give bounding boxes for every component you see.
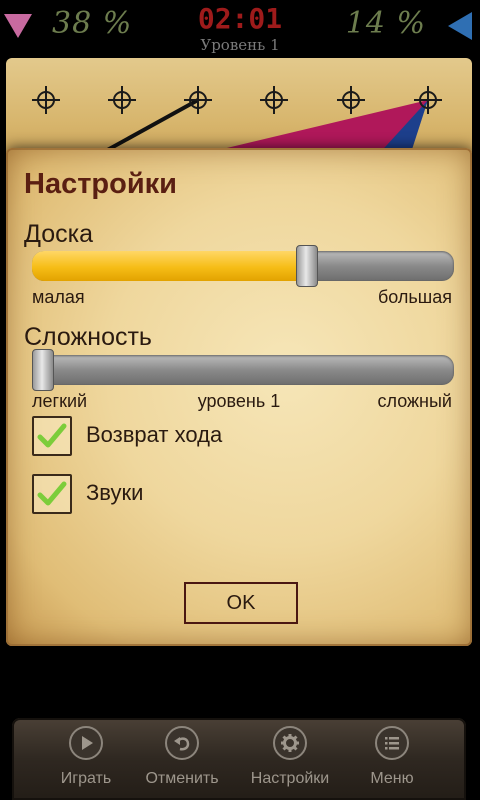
dialog-title: Настройки [24,168,178,200]
undo-option-label: Возврат хода [86,422,223,447]
difficulty-max-label: сложный [377,391,453,411]
board-size-slider[interactable] [32,245,454,287]
sounds-option[interactable]: Звуки [32,474,432,518]
undo-icon [165,726,199,760]
right-player-percent: 14 % [345,6,426,41]
settings-button[interactable]: Настройки [240,718,340,800]
board-size-slider-fill [32,251,307,281]
menu-button[interactable]: Меню [342,718,442,800]
ok-button[interactable]: OK [184,582,298,624]
board-size-max-label: большая [377,287,452,307]
menu-button-label: Меню [370,770,414,787]
settings-dialog: Настройки Доска малая большая Сложность … [6,148,472,646]
checkmark-icon [37,481,67,506]
difficulty-label: Сложность [24,323,152,351]
bottom-toolbar: Играть Отменить Настройки Меню [12,718,466,800]
play-button[interactable]: Играть [36,718,136,800]
board-size-slider-thumb[interactable] [296,245,318,287]
undo-button[interactable]: Отменить [132,718,232,800]
gear-icon [273,726,307,760]
undo-checkbox[interactable] [32,416,72,456]
board-size-label: Доска [24,220,94,248]
board-size-min-label: малая [32,287,85,307]
player-blue-triangle-icon [448,12,472,40]
settings-button-label: Настройки [250,770,330,787]
play-button-label: Играть [60,770,112,787]
board-node-markers [32,86,442,114]
undo-option[interactable]: Возврат хода [32,416,432,460]
undo-button-label: Отменить [145,770,219,787]
sounds-checkbox[interactable] [32,474,72,514]
difficulty-slider[interactable] [32,349,454,391]
play-icon [69,726,103,760]
list-icon [375,726,409,760]
status-bar: 38 % 02:01 Уровень 1 14 % [0,0,480,56]
difficulty-slider-thumb[interactable] [32,349,54,391]
sounds-option-label: Звуки [86,480,144,505]
checkmark-icon [37,423,67,448]
